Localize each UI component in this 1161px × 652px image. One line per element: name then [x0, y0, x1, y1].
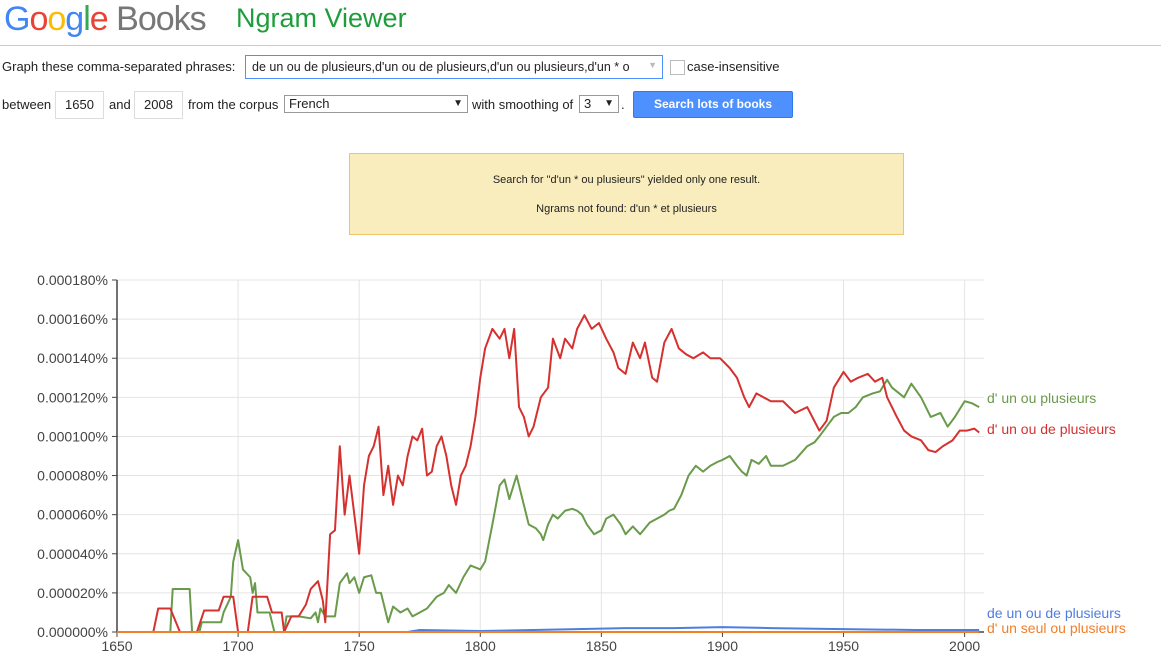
x-tick-label: 1950: [828, 638, 859, 652]
x-tick-label: 1800: [465, 638, 496, 652]
y-tick-label: 0.000020%: [37, 585, 108, 601]
y-tick-label: 0.000180%: [37, 272, 108, 288]
y-tick-label: 0.000000%: [37, 624, 108, 640]
legend-label[interactable]: de un ou de plusieurs: [987, 605, 1121, 621]
y-tick-label: 0.000060%: [37, 507, 108, 523]
series-line-d-un-ou-plusieurs: [117, 378, 980, 633]
legend-label[interactable]: d' un seul ou plusieurs: [987, 620, 1126, 636]
legend-label[interactable]: d' un ou de plusieurs: [987, 421, 1116, 437]
x-tick-label: 2000: [949, 638, 980, 652]
y-tick-label: 0.000040%: [37, 546, 108, 562]
y-tick-label: 0.000140%: [37, 350, 108, 366]
x-tick-label: 1850: [586, 638, 617, 652]
ngram-chart: 0.000000% 0.000020% 0.000040% 0.000060% 0.00…: [37, 272, 984, 652]
x-tick-label: 1900: [707, 638, 738, 652]
legend-label[interactable]: d' un ou plusieurs: [987, 390, 1096, 406]
y-tick-label: 0.000120%: [37, 389, 108, 405]
x-tick-label: 1650: [101, 638, 132, 652]
y-tick-label: 0.000160%: [37, 311, 108, 327]
series-line-d-un-ou-de-plusieurs: [117, 314, 980, 633]
y-tick-label: 0.000100%: [37, 428, 108, 444]
y-tick-label: 0.000080%: [37, 468, 108, 484]
x-tick-label: 1700: [223, 638, 254, 652]
x-tick-label: 1750: [344, 638, 375, 652]
